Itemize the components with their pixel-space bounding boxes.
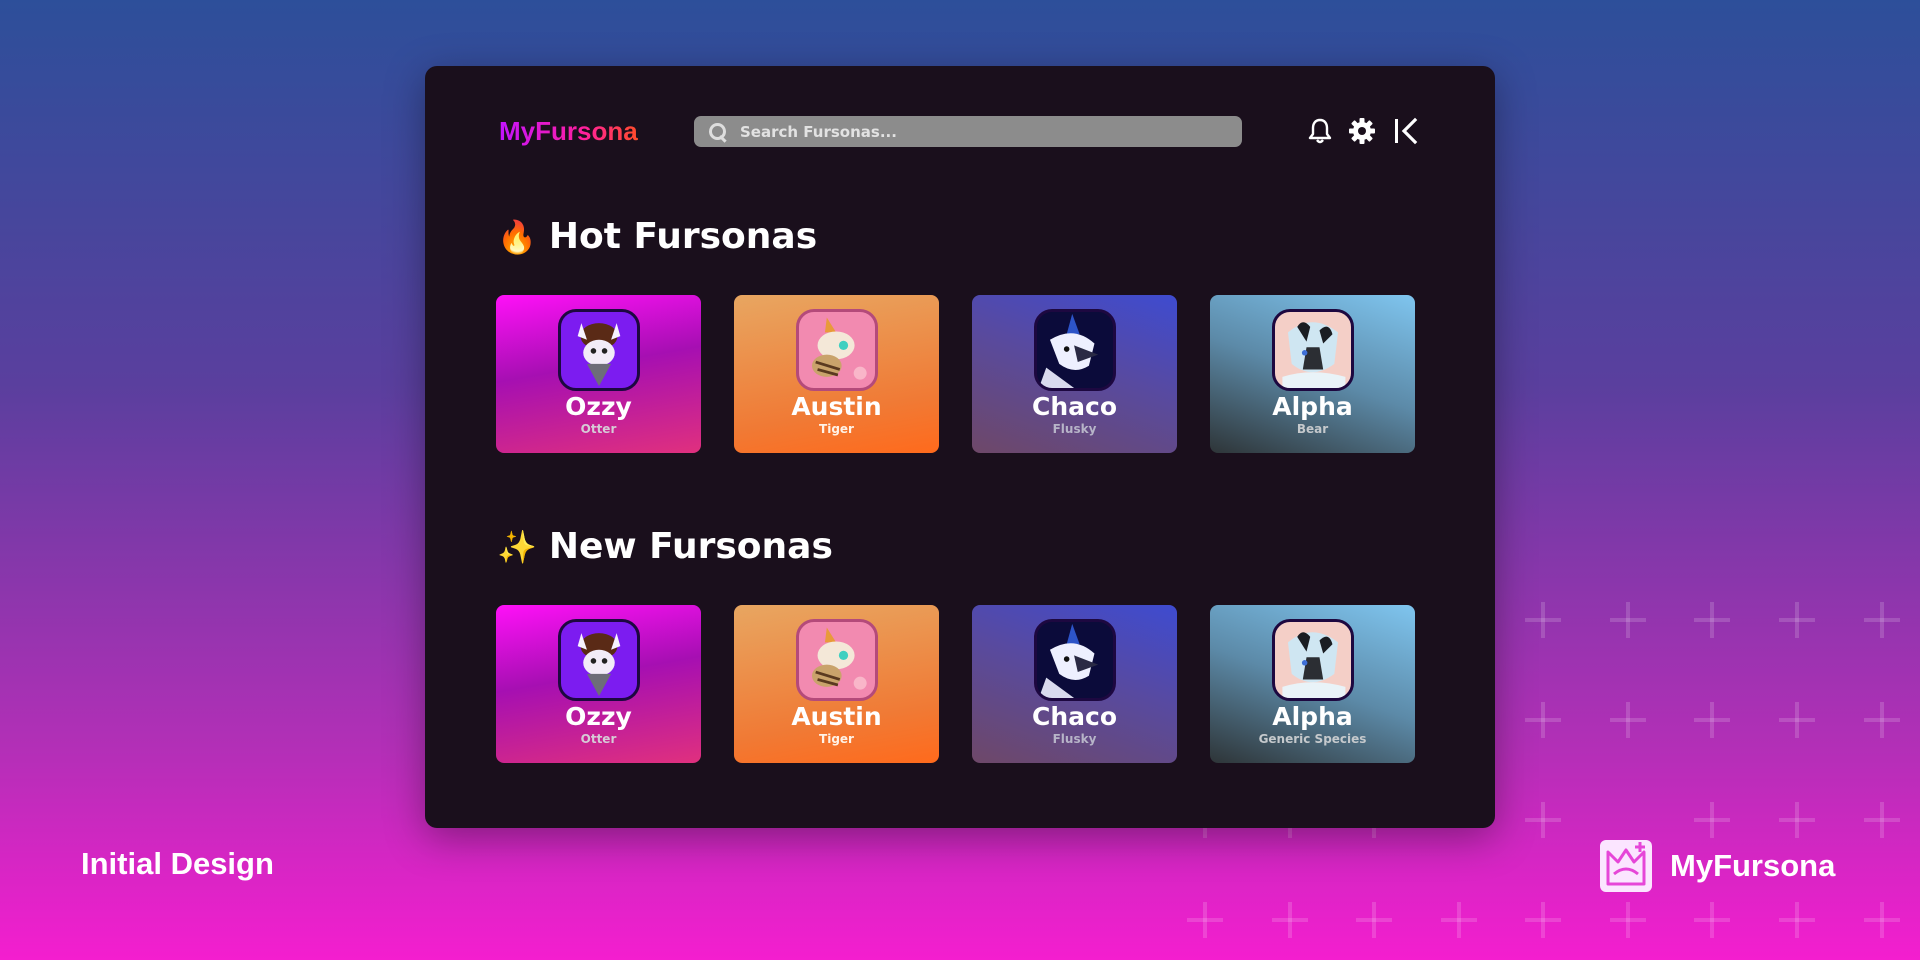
section-title-hot: 🔥 Hot Fursonas [497, 216, 817, 257]
fursona-species: Flusky [1052, 732, 1097, 746]
fox-logo-icon [1600, 840, 1652, 892]
fursona-card[interactable]: Ozzy Otter [496, 605, 701, 763]
fursona-name: Chaco [1031, 392, 1117, 421]
avatar [1033, 309, 1116, 391]
avatar [1271, 309, 1354, 391]
fursona-species: Otter [580, 422, 617, 436]
fursona-card[interactable]: Chaco Flusky [972, 295, 1177, 453]
fursona-species: Bear [1296, 422, 1329, 436]
fursona-name: Austin [791, 392, 882, 421]
bell-icon[interactable] [1305, 116, 1335, 146]
avatar [1033, 619, 1116, 701]
fursona-species: Tiger [819, 422, 854, 436]
avatar [795, 619, 878, 701]
brand-name: MyFursona [1670, 848, 1836, 883]
fursona-name: Ozzy [565, 702, 632, 731]
section-heading: New Fursonas [548, 526, 833, 567]
fursona-card[interactable]: Austin Tiger [734, 605, 939, 763]
app-logo[interactable]: MyFursona [499, 116, 638, 147]
fursona-species: Tiger [819, 732, 854, 746]
search-bar[interactable] [694, 116, 1242, 147]
avatar [1271, 619, 1354, 701]
fursona-card[interactable]: Alpha Generic Species [1210, 605, 1415, 763]
fursona-name: Chaco [1031, 702, 1117, 731]
sparkles-icon: ✨ [497, 527, 537, 566]
fursona-card[interactable]: Ozzy Otter [496, 295, 701, 453]
fursona-name: Alpha [1272, 702, 1353, 731]
search-input[interactable] [740, 122, 1220, 141]
app-window: MyFursona Search Fursonas... 🔥 Hot Furso… [425, 66, 1495, 828]
fursona-name: Austin [791, 702, 882, 731]
section-title-new: ✨ New Fursonas [497, 526, 833, 567]
collapse-icon[interactable] [1391, 116, 1421, 146]
fursona-card[interactable]: Austin Tiger [734, 295, 939, 453]
fursona-name: Alpha [1272, 392, 1353, 421]
gear-icon[interactable] [1347, 116, 1377, 146]
fursona-card[interactable]: Chaco Flusky [972, 605, 1177, 763]
fursona-species: Generic Species [1258, 732, 1367, 746]
fursona-card[interactable]: Alpha Bear [1210, 295, 1415, 453]
avatar [795, 309, 878, 391]
avatar [557, 309, 640, 391]
section-heading: Hot Fursonas [548, 216, 818, 257]
hot-fursonas-row: Ozzy Otter Austin Tiger Chaco Flusky Alp… [496, 295, 1415, 453]
search-icon [708, 122, 728, 142]
new-fursonas-row: Ozzy Otter Austin Tiger Chaco Flusky Alp… [496, 605, 1415, 763]
app-header: MyFursona [425, 66, 1495, 196]
fursona-species: Flusky [1052, 422, 1097, 436]
brand-lockup: MyFursona [1600, 840, 1835, 892]
fursona-species: Otter [580, 732, 617, 746]
fire-icon: 🔥 [497, 217, 537, 256]
caption-initial-design: Initial Design [81, 846, 274, 881]
avatar [557, 619, 640, 701]
fursona-name: Ozzy [565, 392, 632, 421]
